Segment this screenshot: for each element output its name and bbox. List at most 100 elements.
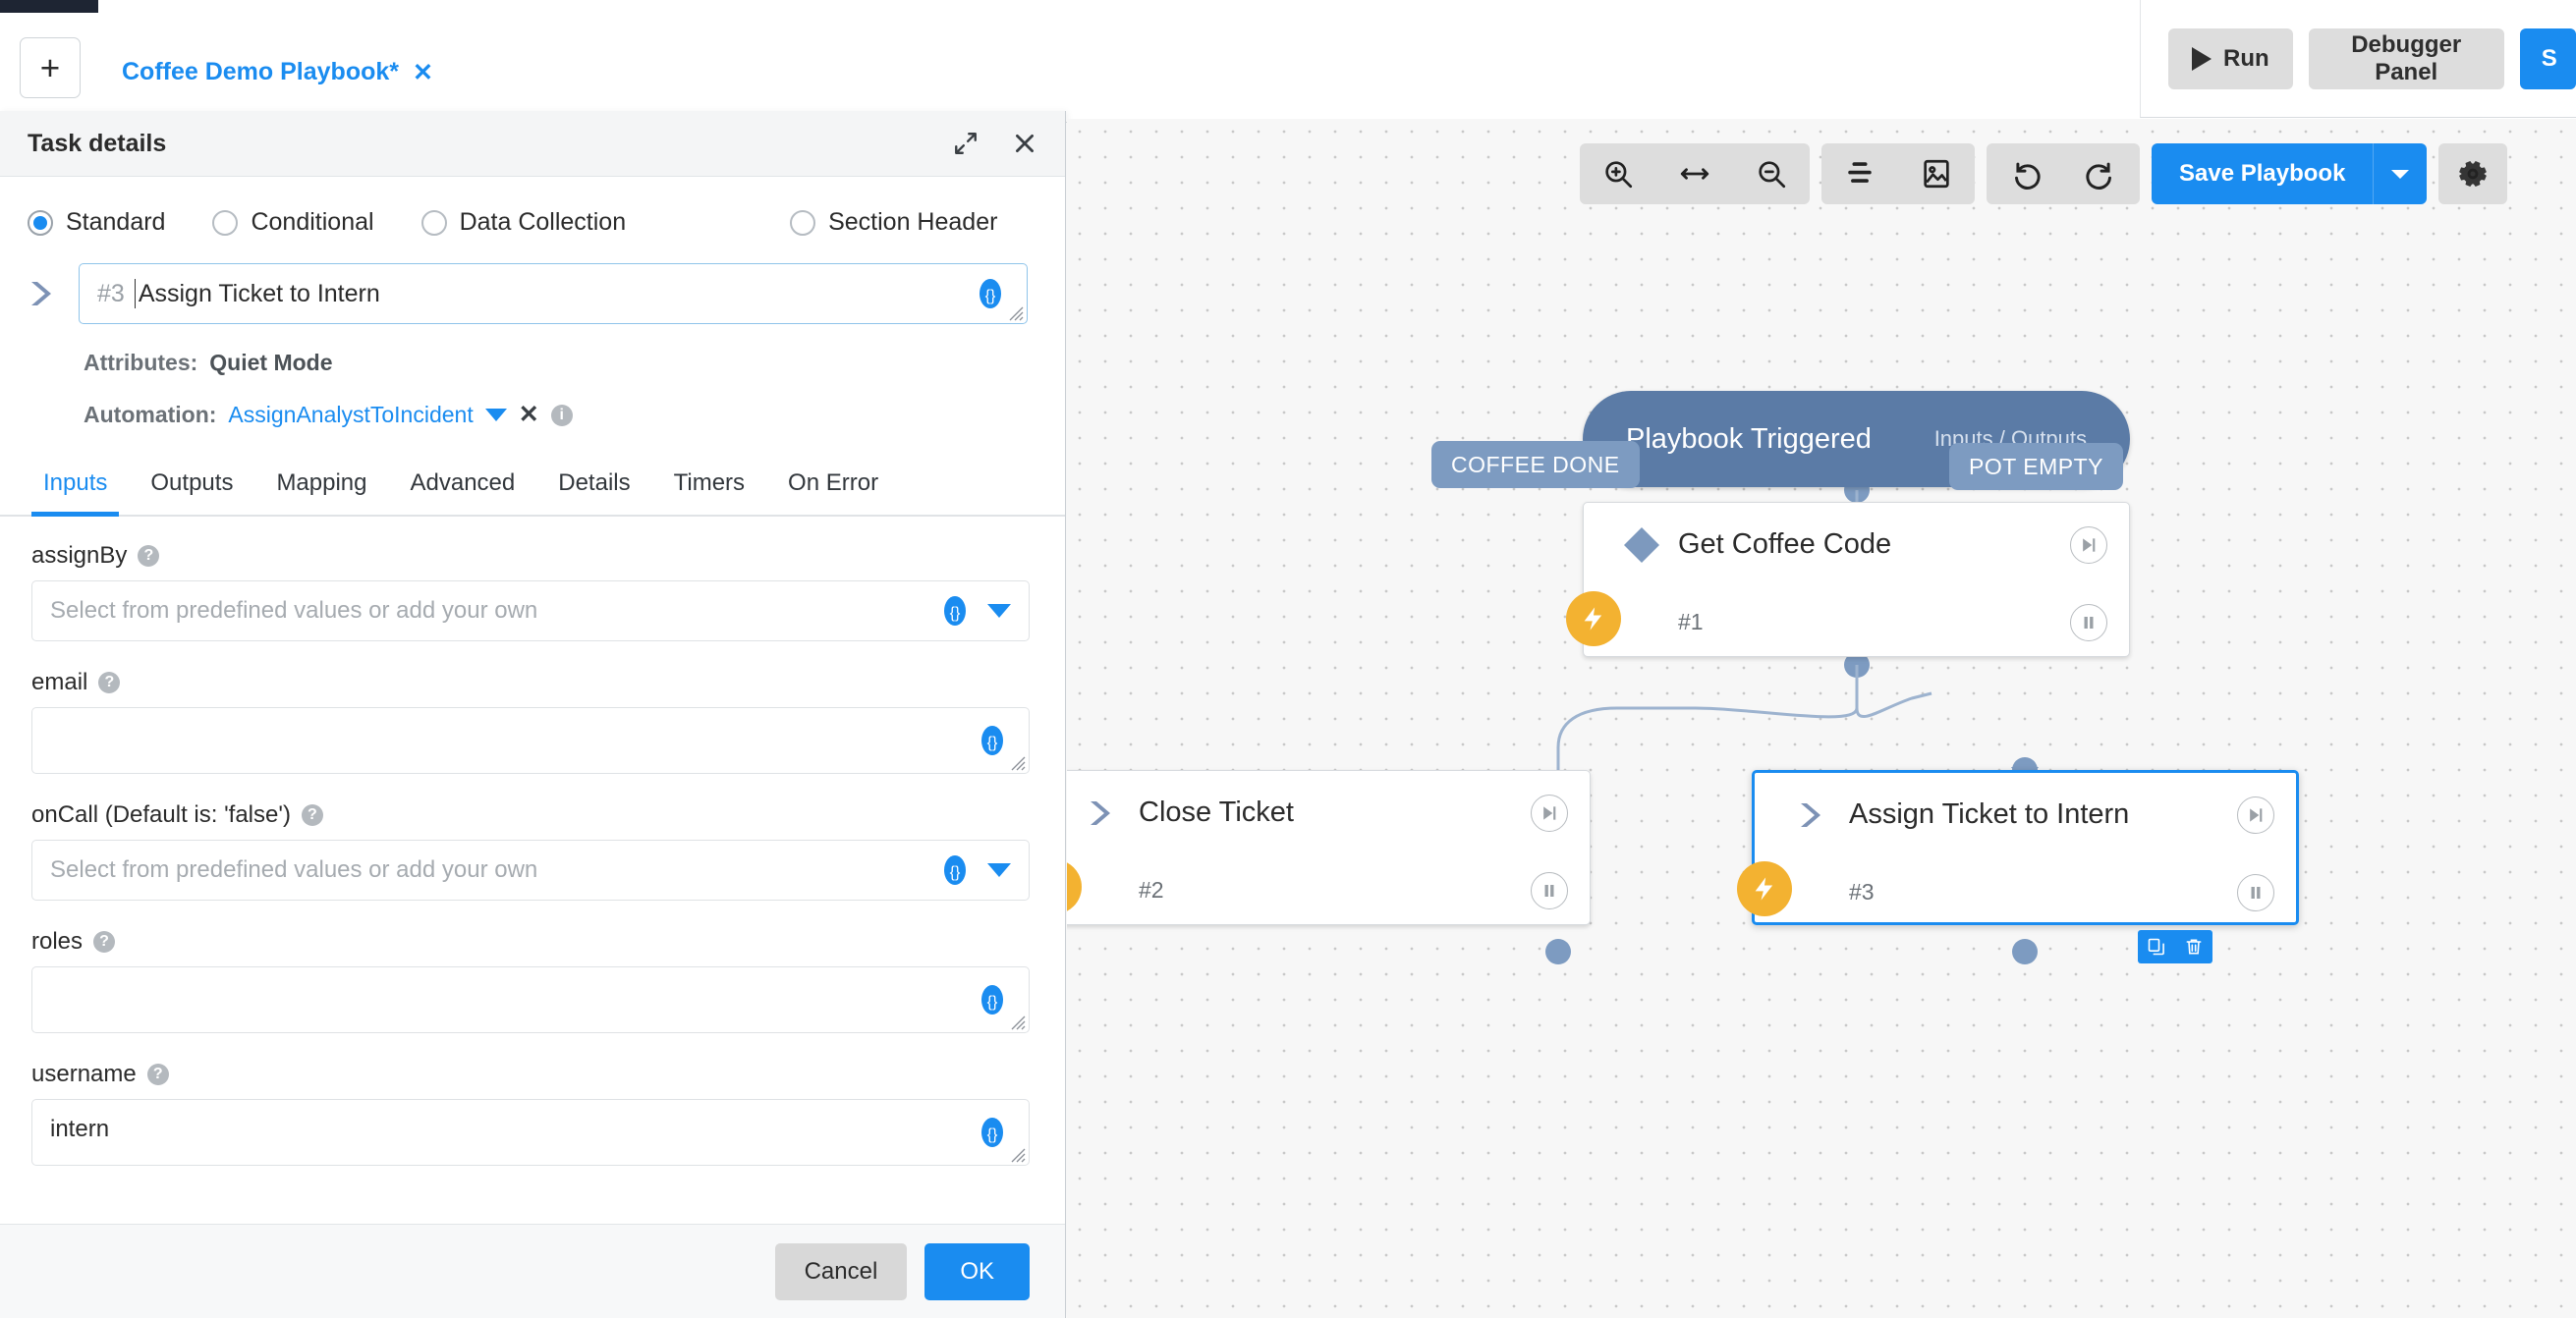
tab-on-error[interactable]: On Error [766,456,900,515]
chevron-down-icon[interactable] [987,604,1011,618]
radio-conditional[interactable]: Conditional [212,208,374,237]
node-header-row: Assign Ticket to Intern [1755,773,2296,856]
run-button[interactable]: Run [2168,27,2293,89]
zoom-out-icon[interactable] [1733,143,1810,204]
help-icon[interactable]: ? [93,931,116,953]
inputs-form: assignBy ? Select from predefined values… [0,517,1065,1173]
help-icon[interactable]: ? [138,545,160,567]
automation-value-link[interactable]: AssignAnalystToIncident [228,402,473,428]
json-expression-icon[interactable]: {} [942,854,968,886]
roles-textarea[interactable]: {} [31,966,1030,1033]
add-tab-button[interactable]: + [20,37,81,98]
help-icon[interactable]: ? [301,804,323,826]
tab-inputs[interactable]: Inputs [22,456,129,517]
resize-grip-icon[interactable] [1008,753,1026,771]
panel-tabs: Inputs Outputs Mapping Advanced Details … [0,456,1065,517]
task-name-input[interactable]: #3 Assign Ticket to Intern {} [79,263,1028,324]
radio-data-collection[interactable]: Data Collection [420,208,626,237]
resize-grip-icon[interactable] [1008,1145,1026,1163]
debugger-panel-button[interactable]: Debugger Panel [2308,27,2504,89]
panel-title: Task details [28,129,167,157]
run-to-here-icon[interactable] [2237,796,2274,834]
json-expression-icon[interactable]: {} [980,984,1005,1016]
radio-standard[interactable]: Standard [28,208,165,237]
task-title-row: #3 Assign Ticket to Intern {} [0,237,1065,324]
json-expression-icon[interactable]: {} [980,1117,1005,1148]
resize-grip-icon[interactable] [1008,1013,1026,1030]
save-playbook-button[interactable]: Save Playbook [2152,143,2375,204]
task-chevron-icon [24,274,63,313]
field-roles-label-row: roles ? [31,928,1030,956]
chevron-down-icon[interactable] [484,409,507,421]
cancel-button[interactable]: Cancel [774,1242,908,1300]
play-icon [2192,46,2212,71]
field-roles-label: roles [31,928,84,955]
tab-coffee-demo-playbook[interactable]: Coffee Demo Playbook* ✕ [98,26,457,123]
snapshot-icon[interactable] [1898,143,1975,204]
undo-icon[interactable] [1987,143,2063,204]
node-assign-ticket-to-intern[interactable]: Assign Ticket to Intern #3 [1737,770,2299,925]
radio-section-header-label: Section Header [828,208,998,236]
delete-icon[interactable] [2175,930,2212,963]
oncall-select[interactable]: Select from predefined values or add you… [31,840,1030,901]
radio-conditional-circle [212,209,239,236]
gear-icon[interactable] [2438,143,2508,204]
zoom-in-icon[interactable] [1580,143,1656,204]
json-expression-icon[interactable]: {} [978,278,1003,309]
tab-outputs[interactable]: Outputs [129,456,254,515]
username-value: intern [50,1116,110,1142]
node-header-row: Close Ticket [1067,771,1590,854]
edge-label-pot-empty[interactable]: POT EMPTY [1949,443,2123,490]
playbook-canvas[interactable]: Save Playbook Playbook Triggered Inputs … [1067,119,2576,1318]
tab-close-icon[interactable]: ✕ [413,58,433,87]
json-expression-icon[interactable]: {} [942,595,968,627]
debugger-panel-label: Debugger Panel [2351,30,2462,85]
clear-automation-icon[interactable]: ✕ [519,403,539,427]
cancel-label: Cancel [804,1257,878,1285]
help-icon[interactable]: ? [146,1064,169,1085]
copy-icon[interactable] [2138,930,2175,963]
task-number: #3 [97,279,125,307]
tab-details[interactable]: Details [536,456,651,515]
close-icon[interactable] [1012,131,1037,156]
run-to-here-icon[interactable] [1531,794,1568,832]
tab-timers[interactable]: Timers [652,456,766,515]
node-close-ticket[interactable]: Close Ticket #2 [1067,770,1591,925]
node-number: #3 [1849,879,1875,905]
radio-conditional-label: Conditional [251,208,374,236]
redo-icon[interactable] [2063,143,2140,204]
radio-section-header-circle [790,209,816,236]
ok-button[interactable]: OK [924,1242,1030,1300]
email-textarea[interactable]: {} [31,707,1030,774]
svg-text:{}: {} [950,864,961,881]
username-textarea[interactable]: intern {} [31,1099,1030,1166]
tab-advanced[interactable]: Advanced [389,456,537,515]
info-icon[interactable]: i [550,404,573,426]
resize-grip-icon[interactable] [1006,303,1024,321]
run-to-here-icon[interactable] [2070,525,2107,564]
panel-header: Task details [0,111,1065,177]
condition-diamond-icon [1605,522,1678,568]
radio-section-header[interactable]: Section Header [790,208,997,237]
align-icon[interactable] [1821,143,1898,204]
node-get-coffee-code[interactable]: Get Coffee Code #1 [1566,502,2130,657]
save-playbook-dropdown-icon[interactable] [2374,143,2428,204]
pause-icon[interactable] [2070,603,2107,641]
assignby-select[interactable]: Select from predefined values or add you… [31,580,1030,641]
help-icon[interactable]: ? [98,672,121,693]
expand-icon[interactable] [953,131,979,156]
task-chevron-icon [1067,794,1139,833]
json-expression-icon[interactable]: {} [980,725,1005,756]
edge-label-coffee-done[interactable]: COFFEE DONE [1431,441,1640,488]
tab-inputs-label: Inputs [43,469,108,496]
chevron-down-icon[interactable] [987,863,1011,877]
automation-label: Automation: [84,402,217,427]
edge-label-text: POT EMPTY [1969,453,2103,479]
save-button-partial[interactable]: S [2519,27,2576,89]
history-tool-group [1987,143,2140,204]
task-type-radio-group: Standard Conditional Data Collection Sec… [0,177,1065,237]
pause-icon[interactable] [2237,873,2274,911]
fit-width-icon[interactable] [1656,143,1733,204]
pause-icon[interactable] [1531,871,1568,909]
tab-mapping[interactable]: Mapping [254,456,388,515]
